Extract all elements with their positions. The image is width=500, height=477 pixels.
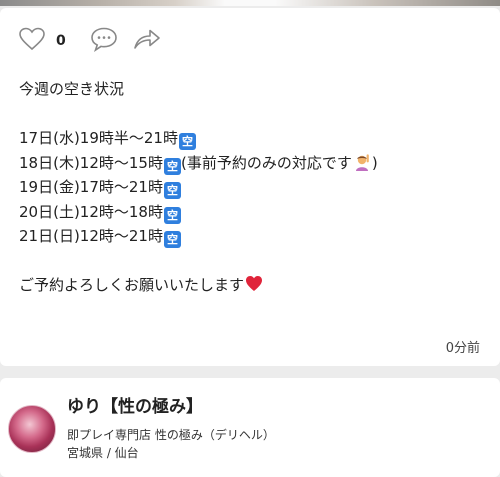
schedule-text: 18日(木)12時〜15時 xyxy=(19,153,163,172)
post-actions: 0 xyxy=(18,27,162,55)
background-photo-strip xyxy=(0,0,500,6)
schedule-line: 17日(水)19時半〜21時空 xyxy=(19,126,489,151)
vacant-badge: 空 xyxy=(163,206,181,224)
location: 宮城県 / 仙台 xyxy=(67,446,139,460)
vacant-badge: 空 xyxy=(178,133,196,150)
red-heart-emoji-icon xyxy=(245,275,263,292)
vacant-badge: 空 xyxy=(163,182,181,199)
schedule-text: 20日(土)12時〜18時 xyxy=(19,202,163,221)
share-arrow-icon[interactable] xyxy=(132,27,162,55)
heart-outline-icon xyxy=(18,27,46,55)
schedule-line: 20日(土)12時〜18時空 xyxy=(19,200,489,225)
post-text: 今週の空き状況 17日(水)19時半〜21時空 18日(木)12時〜15時空 (事… xyxy=(19,77,489,298)
post-timestamp: 0分前 xyxy=(445,341,480,356)
schedule-note-close: ) xyxy=(371,153,378,172)
person-raising-hand-emoji-icon xyxy=(353,153,371,171)
schedule-text: 21日(日)12時〜21時 xyxy=(19,227,163,245)
post-card: 0 今週の空き状況 17日(水)19時半〜21時空 18日(木)12時〜15時空… xyxy=(0,8,500,366)
schedule-line: 19日(金)17時〜21時空 xyxy=(19,175,489,200)
closing-line: ご予約よろしくお願いいたします xyxy=(19,273,489,298)
avatar[interactable] xyxy=(8,405,56,453)
schedule-text: 19日(金)17時〜21時 xyxy=(19,178,163,196)
vacant-badge: 空 xyxy=(163,157,181,175)
like-count: 0 xyxy=(56,33,66,49)
profile-name[interactable]: ゆり【性の極み】 xyxy=(67,392,203,417)
schedule-text: 17日(水)19時半〜21時 xyxy=(19,129,178,147)
vacant-badge: 空 xyxy=(163,231,181,248)
closing-text: ご予約よろしくお願いいたします xyxy=(19,276,245,294)
schedule-line: 18日(木)12時〜15時空 (事前予約のみの対応です) xyxy=(19,151,489,176)
like-button[interactable]: 0 xyxy=(18,27,66,55)
schedule-note: (事前予約のみの対応です xyxy=(180,153,352,172)
speech-bubble-icon[interactable] xyxy=(90,26,118,56)
shop-name[interactable]: 即プレイ専門店 性の極み（デリヘル） xyxy=(67,426,275,443)
schedule-line: 21日(日)12時〜21時空 xyxy=(19,224,489,249)
post-heading: 今週の空き状況 xyxy=(19,80,125,98)
profile-card[interactable]: ゆり【性の極み】 即プレイ専門店 性の極み（デリヘル） 宮城県 / 仙台 xyxy=(0,378,500,477)
